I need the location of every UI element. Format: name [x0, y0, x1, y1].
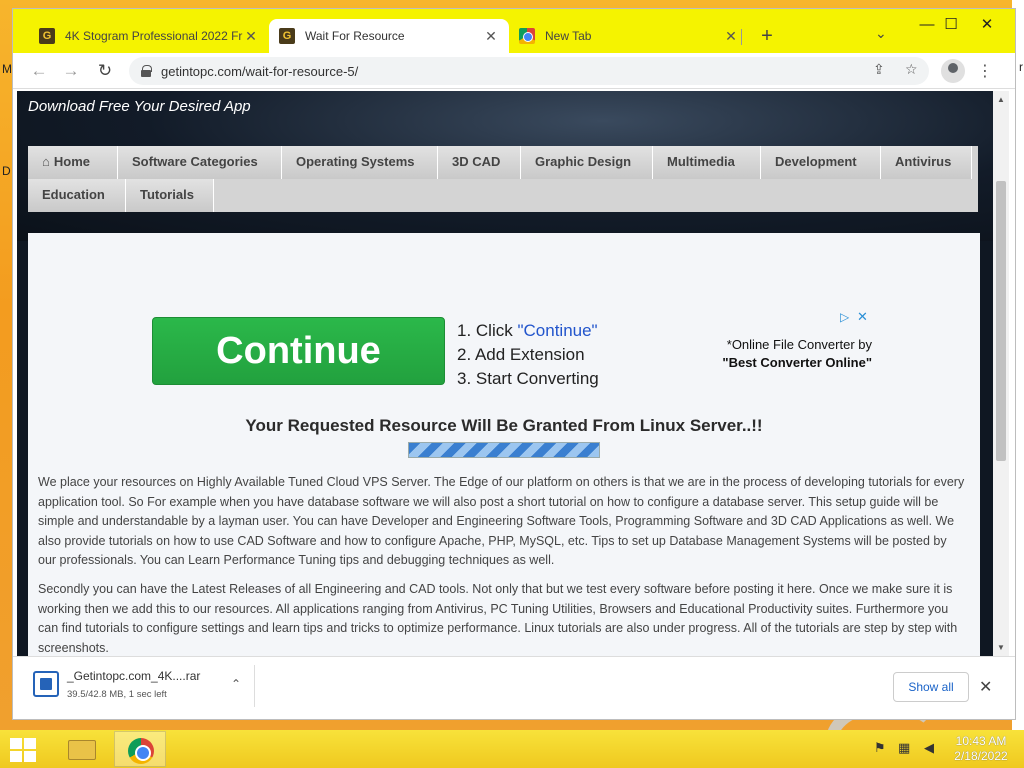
windows-start-icon[interactable] — [10, 738, 36, 762]
nav-antivirus[interactable]: Antivirus — [881, 146, 972, 179]
download-bar: _Getintopc.com_4K....rar 39.5/42.8 MB, 1… — [13, 656, 1015, 712]
tab-4k-stogram[interactable]: G 4K Stogram Professional 2022 Fr ✕ — [29, 19, 269, 53]
nav-graphic-design[interactable]: Graphic Design — [521, 146, 653, 179]
scroll-down-icon[interactable]: ▼ — [993, 643, 1009, 652]
url-text: getintopc.com/wait-for-resource-5/ — [161, 63, 359, 79]
tab-search-chevron-icon[interactable]: ⌄ — [875, 25, 887, 42]
desktop-icon-label: M — [2, 62, 12, 76]
scroll-up-icon[interactable]: ▲ — [993, 95, 1009, 104]
new-tab-button[interactable]: + — [755, 25, 779, 48]
home-icon: ⌂ — [42, 154, 50, 169]
download-item[interactable]: _Getintopc.com_4K....rar 39.5/42.8 MB, 1… — [21, 665, 255, 707]
ad-choices-icon[interactable]: ▷ — [840, 310, 849, 324]
close-download-bar-icon[interactable]: ✕ — [979, 677, 992, 697]
tab-close-icon[interactable]: ✕ — [723, 28, 739, 45]
page-scrollbar[interactable]: ▲ ▼ — [993, 91, 1009, 656]
show-all-button[interactable]: Show all — [893, 672, 969, 702]
tab-new-tab[interactable]: New Tab ✕ — [509, 19, 749, 53]
ad-steps: 1. Click "Continue" 2. Add Extension 3. … — [457, 319, 599, 391]
scrollbar-thumb[interactable] — [996, 181, 1006, 461]
taskbar: ⚑ ▦ ◀ 10:43 AM 2/18/2022 — [0, 730, 1024, 768]
nav-tutorials[interactable]: Tutorials — [126, 179, 214, 212]
nav-operating-systems[interactable]: Operating Systems — [282, 146, 438, 179]
continue-ad-button[interactable]: Continue — [152, 317, 445, 385]
tab-strip: G 4K Stogram Professional 2022 Fr ✕ G Wa… — [13, 9, 1015, 53]
tab-close-icon[interactable]: ✕ — [483, 28, 499, 45]
reload-icon[interactable]: ↻ — [93, 59, 117, 83]
nav-home[interactable]: ⌂ Home — [28, 146, 118, 179]
maximize-button[interactable]: ☐ — [933, 13, 969, 37]
nav-3d-cad[interactable]: 3D CAD — [438, 146, 521, 179]
granted-heading: Your Requested Resource Will Be Granted … — [245, 416, 763, 435]
chrome-taskbar-icon[interactable] — [114, 731, 166, 767]
ad-step-3: 3. Start Converting — [457, 369, 599, 388]
site-tagline: Download Free Your Desired App — [28, 98, 251, 115]
advertisement: Continue 1. Click "Continue" 2. Add Exte… — [152, 309, 872, 400]
ad-disclaimer: *Online File Converter by "Best Converte… — [722, 337, 872, 370]
download-status: 39.5/42.8 MB, 1 sec left — [67, 689, 167, 700]
browser-menu-icon[interactable]: ⋮ — [977, 61, 993, 81]
volume-icon[interactable]: ◀ — [924, 740, 934, 756]
browser-window: G 4K Stogram Professional 2022 Fr ✕ G Wa… — [12, 8, 1016, 720]
getintopc-favicon-icon: G — [279, 28, 295, 44]
loading-progress-bar — [408, 442, 600, 458]
ad-step-1: 1. Click "Continue" — [457, 321, 598, 340]
getintopc-favicon-icon: G — [39, 28, 55, 44]
close-window-button[interactable]: ✕ — [969, 13, 1005, 37]
forward-arrow-icon[interactable]: → — [59, 59, 83, 83]
info-paragraph: Secondly you can have the Latest Release… — [38, 582, 958, 655]
action-center-flag-icon[interactable]: ⚑ — [874, 740, 886, 756]
tab-close-icon[interactable]: ✕ — [243, 28, 259, 45]
nav-education[interactable]: Education — [28, 179, 126, 212]
site-nav-menu: ⌂ Home Software Categories Operating Syst… — [28, 146, 978, 212]
bookmark-star-icon[interactable]: ☆ — [905, 61, 918, 78]
desktop-icon-label: D — [2, 164, 11, 178]
file-explorer-taskbar-icon[interactable] — [56, 731, 108, 767]
ad-close-icon[interactable]: ✕ — [857, 309, 868, 325]
download-filename: _Getintopc.com_4K....rar — [67, 669, 201, 683]
network-icon[interactable]: ▦ — [898, 740, 910, 756]
lock-icon — [141, 65, 152, 77]
content-panel: Continue 1. Click "Continue" 2. Add Exte… — [28, 233, 980, 656]
browser-toolbar: ← → ↻ getintopc.com/wait-for-resource-5/… — [13, 53, 1015, 89]
nav-development[interactable]: Development — [761, 146, 881, 179]
nav-multimedia[interactable]: Multimedia — [653, 146, 761, 179]
chevron-up-icon[interactable]: ⌃ — [231, 677, 241, 691]
share-icon[interactable]: ⇪ — [873, 61, 885, 78]
nav-software-categories[interactable]: Software Categories — [118, 146, 282, 179]
info-paragraph: We place your resources on Highly Availa… — [38, 475, 965, 568]
back-arrow-icon[interactable]: ← — [27, 59, 51, 83]
tab-title: Wait For Resource — [305, 29, 405, 43]
tab-title: 4K Stogram Professional 2022 Fr — [65, 29, 243, 43]
tab-title: New Tab — [545, 29, 592, 43]
chrome-favicon-icon — [519, 28, 535, 44]
profile-avatar-icon[interactable] — [941, 59, 965, 83]
rar-file-icon — [33, 671, 59, 697]
system-clock[interactable]: 10:43 AM 2/18/2022 — [950, 734, 1012, 764]
address-bar[interactable]: getintopc.com/wait-for-resource-5/ ⇪ ☆ — [129, 57, 929, 85]
page-viewport: Download Free Your Desired App ⌂ Home Sof… — [17, 91, 993, 656]
tab-wait-for-resource[interactable]: G Wait For Resource ✕ — [269, 19, 509, 53]
ad-step-2: 2. Add Extension — [457, 345, 585, 364]
tab-separator — [741, 29, 742, 45]
